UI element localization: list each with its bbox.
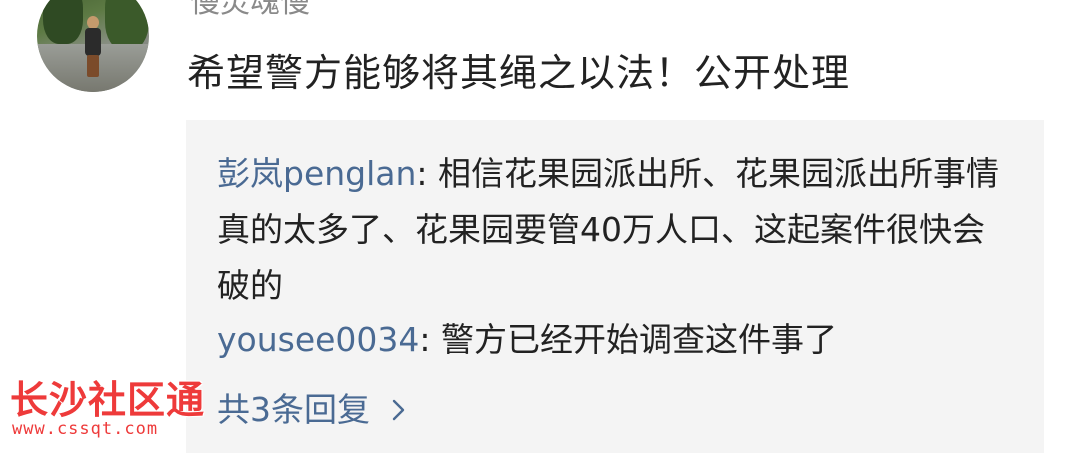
avatar-tree-left [43, 0, 83, 44]
reply-item: 彭岚penglan: 相信花果园派出所、花果园派出所事情真的太多了、花果园要管4… [217, 146, 1017, 314]
more-replies-button[interactable]: 共3条回复 [217, 386, 410, 434]
comment-username[interactable]: 慢灵魂慢 [190, 0, 310, 23]
more-replies-label: 共3条回复 [217, 390, 370, 429]
reply-separator: : [419, 320, 442, 359]
avatar-person-body [85, 28, 101, 56]
reply-username[interactable]: yousee0034 [217, 320, 419, 359]
reply-item: yousee0034: 警方已经开始调查这件事了 [217, 312, 837, 368]
watermark-url: www.cssqt.com [12, 419, 159, 439]
watermark-title: 长沙社区通 [10, 378, 206, 422]
reply-username[interactable]: 彭岚penglan [217, 154, 416, 193]
avatar-person-legs [87, 55, 99, 77]
avatar-tree-right [105, 0, 149, 50]
reply-separator: : [416, 154, 439, 193]
reply-text: 警方已经开始调查这件事了 [441, 320, 838, 359]
chevron-right-icon [392, 399, 405, 421]
comment-text: 希望警方能够将其绳之以法！公开处理 [187, 51, 851, 95]
watermark: 长沙社区通 www.cssqt.com [10, 378, 220, 444]
avatar[interactable] [37, 0, 149, 92]
reply-box: 彭岚penglan: 相信花果园派出所、花果园派出所事情真的太多了、花果园要管4… [186, 120, 1044, 453]
